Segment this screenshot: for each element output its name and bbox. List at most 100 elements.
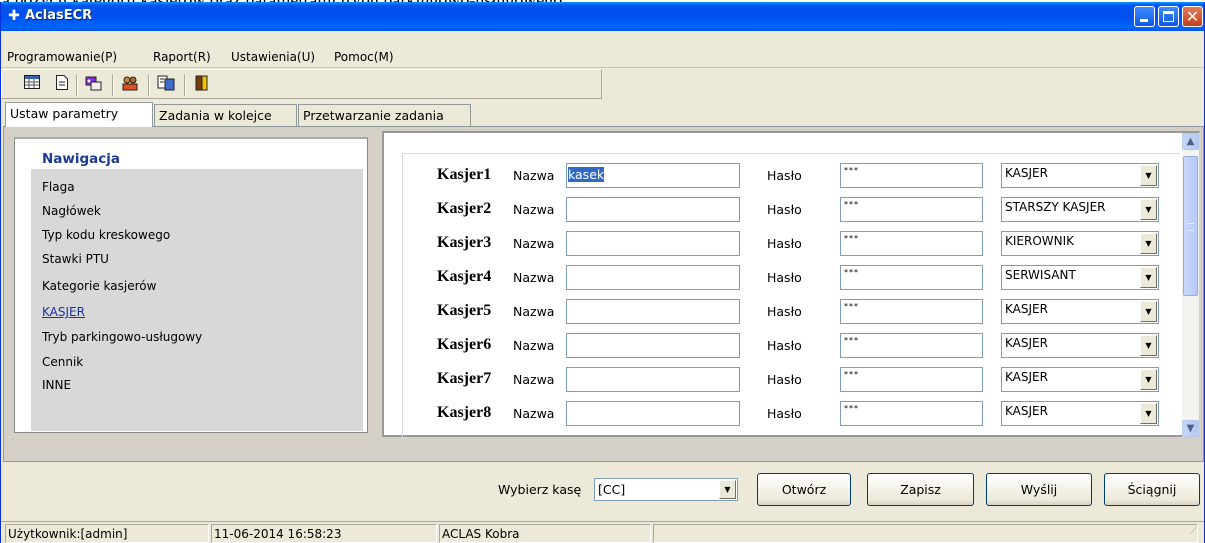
send-button[interactable]: Wyślij bbox=[986, 473, 1092, 506]
navigation-list: Nawigacja Flaga Nagłówek Typ kodu kresko… bbox=[31, 147, 363, 431]
role-select[interactable]: KASJER ▼ bbox=[1001, 299, 1159, 324]
cash-register-icon[interactable] bbox=[84, 75, 104, 95]
toolbar-separator bbox=[76, 74, 78, 96]
name-input[interactable] bbox=[566, 265, 740, 290]
save-button[interactable]: Zapisz bbox=[867, 473, 974, 506]
tab-przetwarzanie-zadania[interactable]: Przetwarzanie zadania bbox=[298, 104, 471, 126]
password-input[interactable]: *** bbox=[840, 197, 983, 222]
cashier-row: Kasjer5 Nazwa Hasło *** KASJER ▼ bbox=[403, 298, 1181, 326]
name-input[interactable] bbox=[566, 401, 740, 426]
chevron-down-icon[interactable]: ▼ bbox=[1140, 233, 1157, 254]
menu-bar: Programowanie(P) Raport(R) Ustawienia(U)… bbox=[1, 47, 1204, 68]
role-select[interactable]: KASJER ▼ bbox=[1001, 333, 1159, 358]
scrollbar-thumb[interactable] bbox=[1183, 156, 1198, 296]
name-label: Nazwa bbox=[513, 338, 555, 353]
name-input[interactable] bbox=[566, 231, 740, 256]
chevron-down-icon[interactable]: ▼ bbox=[1140, 165, 1157, 186]
name-input[interactable]: kasek bbox=[566, 163, 740, 188]
cashier-row: Kasjer3 Nazwa Hasło *** KIEROWNIK ▼ bbox=[403, 230, 1181, 258]
menu-programowanie[interactable]: Programowanie(P) bbox=[7, 50, 117, 64]
close-button[interactable]: ✕ bbox=[1182, 6, 1203, 27]
cashier-row: Kasjer2 Nazwa Hasło *** STARSZY KASJER ▼ bbox=[403, 196, 1181, 224]
cashier-label: Kasjer3 bbox=[437, 234, 492, 251]
minimize-button[interactable] bbox=[1134, 6, 1155, 27]
exit-door-icon[interactable] bbox=[192, 75, 212, 95]
open-button[interactable]: Otwórz bbox=[757, 473, 851, 506]
name-input[interactable] bbox=[566, 367, 740, 392]
password-label: Hasło bbox=[767, 202, 802, 217]
password-input[interactable]: *** bbox=[840, 367, 983, 392]
password-input[interactable]: *** bbox=[840, 163, 983, 188]
tab-zadania-w-kolejce[interactable]: Zadania w kolejce bbox=[154, 104, 297, 126]
password-label: Hasło bbox=[767, 304, 802, 319]
nav-item-inne[interactable]: INNE bbox=[42, 378, 71, 392]
password-label: Hasło bbox=[767, 236, 802, 251]
role-value: KASJER bbox=[1005, 404, 1048, 418]
chevron-down-icon[interactable]: ▼ bbox=[719, 480, 736, 499]
role-select[interactable]: KIEROWNIK ▼ bbox=[1001, 231, 1159, 256]
nav-item-typ-kodu-kreskowego[interactable]: Typ kodu kreskowego bbox=[42, 228, 170, 242]
register-select[interactable]: [CC] ▼ bbox=[594, 478, 738, 501]
chevron-down-icon[interactable]: ▼ bbox=[1140, 301, 1157, 322]
users-icon[interactable] bbox=[120, 75, 140, 95]
role-select[interactable]: KASJER ▼ bbox=[1001, 367, 1159, 392]
role-select[interactable]: KASJER ▼ bbox=[1001, 401, 1159, 426]
password-input[interactable]: *** bbox=[840, 333, 983, 358]
toolbar-separator bbox=[112, 74, 114, 96]
tab-strip: Ustaw parametry Zadania w kolejce Przetw… bbox=[1, 102, 1204, 127]
password-input[interactable]: *** bbox=[840, 265, 983, 290]
tab-ustaw-parametry[interactable]: Ustaw parametry bbox=[5, 102, 153, 127]
menu-pomoc[interactable]: Pomoc(M) bbox=[334, 50, 394, 64]
resize-grip-icon[interactable]: ⟋ bbox=[1190, 526, 1202, 540]
download-button[interactable]: Ściągnij bbox=[1104, 473, 1200, 506]
toolbar-separator bbox=[148, 74, 150, 96]
window-title: AclasECR bbox=[25, 8, 93, 23]
role-select[interactable]: KASJER ▼ bbox=[1001, 163, 1159, 188]
cashier-form-panel: Kasjer1 Nazwa kasek Hasło *** KASJER ▼ Ka… bbox=[382, 131, 1200, 439]
nav-item-naglowek[interactable]: Nagłówek bbox=[42, 204, 101, 218]
name-input[interactable] bbox=[566, 299, 740, 324]
password-input[interactable]: *** bbox=[840, 401, 983, 426]
chevron-down-icon[interactable]: ▼ bbox=[1140, 199, 1157, 220]
nav-item-kasjer[interactable]: KASJER bbox=[42, 305, 85, 319]
title-bar[interactable]: ✚ AclasECR ✕ bbox=[1, 2, 1204, 31]
nav-item-cennik[interactable]: Cennik bbox=[42, 355, 83, 369]
menu-ustawienia[interactable]: Ustawienia(U) bbox=[231, 50, 315, 64]
role-select[interactable]: STARSZY KASJER ▼ bbox=[1001, 197, 1159, 222]
document-icon[interactable] bbox=[52, 75, 72, 95]
nav-item-flaga[interactable]: Flaga bbox=[42, 180, 75, 194]
role-value: KASJER bbox=[1005, 302, 1048, 316]
nav-item-kategorie-kasjerow[interactable]: Kategorie kasjerów bbox=[42, 279, 156, 293]
role-select[interactable]: SERWISANT ▼ bbox=[1001, 265, 1159, 290]
scroll-up-icon[interactable]: ▲ bbox=[1182, 133, 1199, 150]
nav-item-tryb-parkingowo-uslugowy[interactable]: Tryb parkingowo-usługowy bbox=[42, 330, 202, 344]
cashier-label: Kasjer5 bbox=[437, 302, 492, 319]
navigation-header: Nawigacja bbox=[31, 147, 363, 169]
toolbar bbox=[1, 69, 602, 99]
status-user: Użytkownik:[admin] bbox=[5, 524, 209, 543]
cashier-row: Kasjer4 Nazwa Hasło *** SERWISANT ▼ bbox=[403, 264, 1181, 292]
chevron-down-icon[interactable]: ▼ bbox=[1140, 403, 1157, 424]
cashier-label: Kasjer1 bbox=[437, 166, 492, 183]
chevron-down-icon[interactable]: ▼ bbox=[1140, 335, 1157, 356]
maximize-button[interactable] bbox=[1158, 6, 1179, 27]
role-value: STARSZY KASJER bbox=[1005, 200, 1106, 214]
vertical-scrollbar[interactable]: ▲ ▼ bbox=[1182, 133, 1199, 437]
scroll-down-icon[interactable]: ▼ bbox=[1182, 420, 1199, 437]
report-icon[interactable] bbox=[156, 75, 176, 95]
name-input[interactable] bbox=[566, 197, 740, 222]
name-label: Nazwa bbox=[513, 202, 555, 217]
grip-icon bbox=[1187, 223, 1194, 231]
chevron-down-icon[interactable]: ▼ bbox=[1140, 267, 1157, 288]
close-icon: ✕ bbox=[1185, 7, 1200, 26]
cashier-label: Kasjer6 bbox=[437, 336, 492, 353]
name-label: Nazwa bbox=[513, 372, 555, 387]
name-input[interactable] bbox=[566, 333, 740, 358]
menu-raport[interactable]: Raport(R) bbox=[153, 50, 211, 64]
chevron-down-icon[interactable]: ▼ bbox=[1140, 369, 1157, 390]
password-input[interactable]: *** bbox=[840, 231, 983, 256]
nav-item-stawki-ptu[interactable]: Stawki PTU bbox=[42, 252, 109, 266]
password-input[interactable]: *** bbox=[840, 299, 983, 324]
action-bar: Wybierz kasę [CC] ▼ Otwórz Zapisz Wyślij … bbox=[1, 463, 1204, 515]
table-icon[interactable] bbox=[22, 75, 42, 95]
